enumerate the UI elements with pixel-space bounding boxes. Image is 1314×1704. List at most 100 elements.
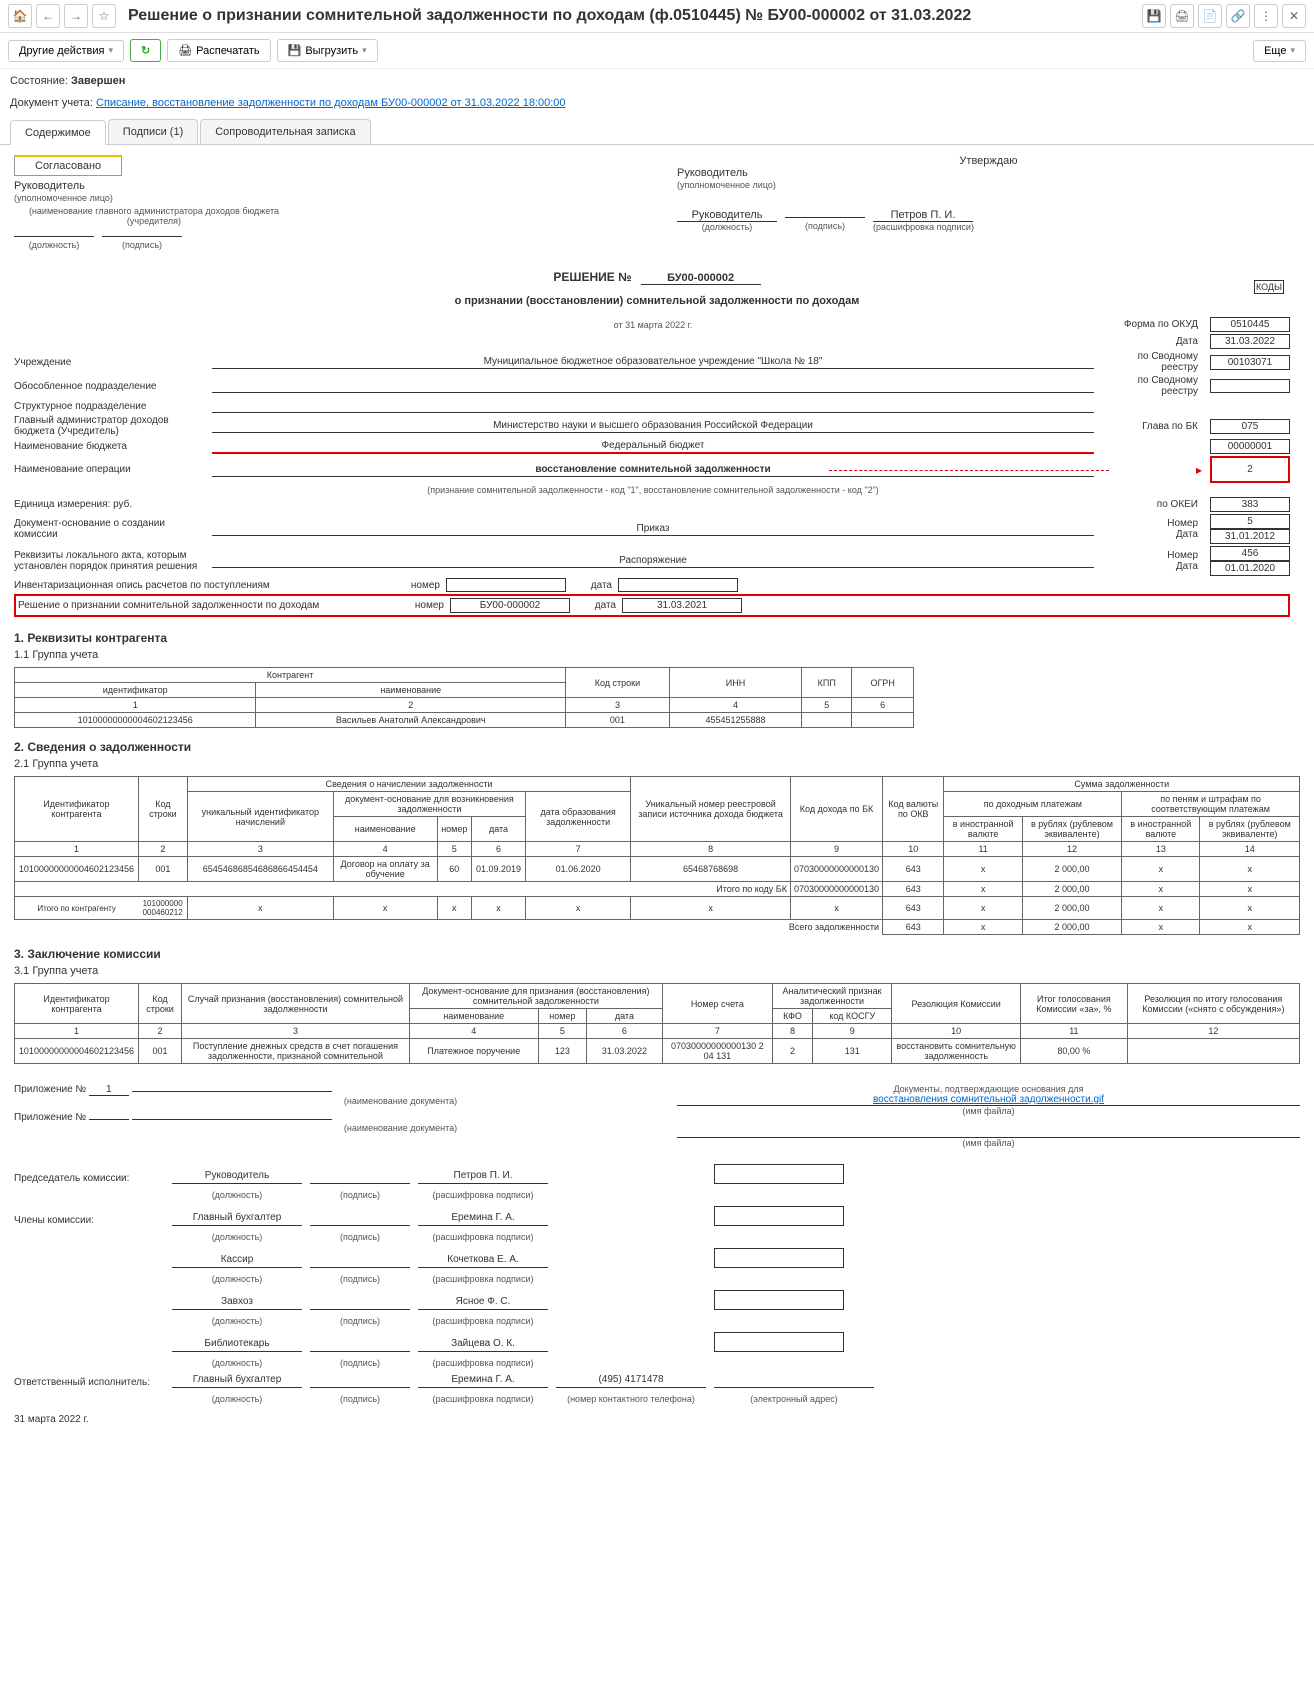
att-label-2: Приложение № [14, 1112, 86, 1123]
att-file-label: (имя файла) [677, 1106, 1300, 1116]
local-num: 456 [1210, 546, 1290, 561]
email-label: (электронный адрес) [714, 1394, 874, 1404]
save-icon[interactable]: 💾 [1142, 4, 1166, 28]
date-line: от 31 марта 2022 г. [212, 320, 1094, 330]
page-title: Решение о признании сомнительной задолже… [128, 7, 1138, 25]
pos-label: (должность) [14, 240, 94, 250]
date-text-2: дата [576, 600, 616, 611]
dec-num: БУ00-000002 [450, 598, 570, 613]
link-icon[interactable]: 🔗 [1226, 4, 1250, 28]
inv-label: Инвентаризационная опись расчетов по пос… [14, 580, 384, 591]
okei-code: 383 [1210, 497, 1290, 512]
print-button[interactable]: 🖨 Распечатать [167, 39, 270, 62]
num-text: номер [390, 580, 440, 591]
doc-label: Документ учета: [10, 97, 93, 109]
okud-code: 0510445 [1210, 317, 1290, 332]
table-row: 10100000000004602123456001Поступление дн… [15, 1039, 1300, 1064]
admin-label: Главный администратор доходов бюджета (У… [14, 415, 204, 437]
dec-label: Решение о признании сомнительной задолже… [18, 600, 388, 611]
exec-phone: (495) 4171478 [556, 1374, 706, 1388]
agreed-box: Согласовано [14, 155, 122, 176]
home-button[interactable]: 🏠 [8, 4, 32, 28]
dec-date: 31.03.2021 [622, 598, 742, 613]
codes-header: КОДЫ [1254, 280, 1284, 294]
decision-number: БУ00-000002 [641, 272, 761, 285]
other-actions-button[interactable]: Другие действия [8, 40, 124, 62]
obos-label: Обособленное подразделение [14, 381, 204, 392]
sig-label-2: (подпись) [785, 221, 865, 231]
table-row: 1010000000000460212345600165454686854686… [15, 857, 1300, 882]
export-label: Выгрузить [305, 45, 358, 57]
content-pane: Согласовано Руководитель (уполномоченное… [0, 145, 1314, 1704]
table-row: 10100000000004602123456Васильев Анатолий… [15, 713, 914, 728]
okei-label: по ОКЕИ [1102, 499, 1202, 510]
back-button[interactable]: ← [36, 4, 60, 28]
struct-label: Структурное подразделение [14, 401, 204, 412]
chair-name: Петров П. И. [418, 1170, 548, 1184]
date-code: 31.03.2022 [1210, 334, 1290, 349]
head-label-2: Руководитель [677, 167, 748, 179]
print-icon[interactable]: 🖨 [1170, 4, 1194, 28]
budget-value: Федеральный бюджет [212, 439, 1094, 454]
okud-label: Форма по ОКУД [1102, 319, 1202, 330]
chair-pos: Руководитель [172, 1170, 302, 1184]
doc-link[interactable]: Списание, восстановление задолженности п… [96, 97, 566, 109]
section3-header: 3. Заключение комиссии [14, 947, 1300, 961]
org-label: Учреждение [14, 357, 204, 368]
tab-content[interactable]: Содержимое [10, 120, 106, 145]
unit-label: Единица измерения: руб. [14, 499, 204, 510]
att-docname-label: (наименование документа) [164, 1096, 637, 1106]
op-code: 2 [1210, 456, 1290, 483]
tab-signatures[interactable]: Подписи (1) [108, 119, 198, 144]
table-commission: Идентификатор контрагентаКод строки Случ… [14, 983, 1300, 1064]
svod-code: 00103071 [1210, 355, 1290, 370]
report-icon[interactable]: 📄 [1198, 4, 1222, 28]
arrow-icon: ▸ [1102, 463, 1202, 477]
more-button[interactable]: Еще [1253, 40, 1306, 62]
print-label: Распечатать [196, 45, 259, 57]
op-label: Наименование операции [14, 464, 204, 475]
approved-label: Утверждаю [959, 155, 1017, 167]
head-note: (уполномоченное лицо) [14, 193, 113, 203]
tab-memo[interactable]: Сопроводительная записка [200, 119, 370, 144]
section2-sub: 2.1 Группа учета [14, 758, 1300, 770]
refresh-button[interactable]: ↻ [130, 39, 161, 62]
decision-label: РЕШЕНИЕ № [553, 270, 631, 284]
forward-button[interactable]: → [64, 4, 88, 28]
basis-date: 31.01.2012 [1210, 529, 1290, 544]
local-date: 01.01.2020 [1210, 561, 1290, 576]
date-label: Дата [1102, 336, 1202, 347]
att-file-link[interactable]: восстановления сомнительной задолженност… [677, 1094, 1300, 1106]
basis-num: 5 [1210, 514, 1290, 529]
document-row: Документ учета: Списание, восстановление… [0, 93, 1314, 113]
section3-sub: 3.1 Группа учета [14, 965, 1300, 977]
basis-value: Приказ [212, 522, 1094, 536]
exec-label: Ответственный исполнитель: [14, 1377, 164, 1388]
close-button[interactable]: ✕ [1282, 4, 1306, 28]
pos-label-2: (должность) [677, 222, 777, 232]
chair-label: Председатель комиссии: [14, 1173, 164, 1184]
kebab-icon[interactable]: ⋮ [1254, 4, 1278, 28]
star-button[interactable]: ☆ [92, 4, 116, 28]
appr-position: Руководитель [677, 209, 777, 222]
head-note-2: (уполномоченное лицо) [677, 180, 776, 190]
att-num1: 1 [89, 1084, 129, 1096]
local-value: Распоряжение [212, 554, 1094, 568]
bk-label: Глава по БК [1102, 421, 1202, 432]
org-value: Муниципальное бюджетное образовательное … [212, 355, 1094, 369]
att-conf: Документы, подтверждающие основания для [677, 1084, 1300, 1094]
inv-num [446, 578, 566, 592]
date-text: дата [572, 580, 612, 591]
tabs: Содержимое Подписи (1) Сопроводительная … [0, 119, 1314, 145]
table-counterparty: Контрагент Код строки ИНН КПП ОГРН идент… [14, 667, 914, 728]
decision-subtitle: о признании (восстановлении) сомнительно… [455, 295, 860, 307]
action-bar: Другие действия ↻ 🖨 Распечатать 💾 Выгруз… [0, 33, 1314, 69]
inv-date [618, 578, 738, 592]
export-button[interactable]: 💾 Выгрузить [277, 39, 378, 62]
phone-label: (номер контактного телефона) [556, 1394, 706, 1404]
status-label: Состояние: [10, 75, 68, 87]
basis-label: Документ-основание о создании комиссии [14, 518, 204, 540]
budget-label: Наименование бюджета [14, 441, 204, 452]
att-file-label-2: (имя файла) [677, 1138, 1300, 1148]
section1-sub: 1.1 Группа учета [14, 649, 1300, 661]
